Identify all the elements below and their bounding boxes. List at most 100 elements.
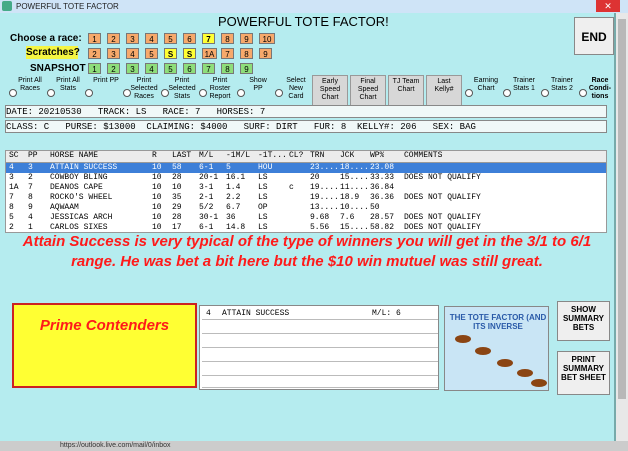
table-cell: COWBOY BLING xyxy=(50,173,108,182)
table-cell: 11.... xyxy=(340,183,369,192)
contender-name: ATTAIN SUCCESS xyxy=(222,309,290,318)
snapshot-button-2[interactable]: 2 xyxy=(107,63,120,74)
scratch-button-7[interactable]: 7 xyxy=(221,48,234,59)
option-label: Last Kelly# xyxy=(434,78,454,93)
main-panel: POWERFUL TOTE FACTOR! END Choose a race:… xyxy=(0,13,616,441)
window-title: POWERFUL TOTE FACTOR xyxy=(16,2,119,11)
table-cell: 10 xyxy=(152,173,162,182)
scratch-button-2[interactable]: 4 xyxy=(126,48,139,59)
snapshot-button-8[interactable]: 8 xyxy=(221,63,234,74)
table-row[interactable]: 8 9 AQWAAM 10 29 5/2 6.7 OP 13.... 10.... 50 xyxy=(6,203,606,213)
race-info-bar: DATE: 20210530 TRACK: LS RACE: 7 HORSES:… xyxy=(5,105,607,118)
table-cell: 4 xyxy=(28,213,33,222)
horse-icon xyxy=(455,335,471,343)
horses-table: SC PP HORSE NAME R LAST M/L -1M/L -1T... CL? TRN J… xyxy=(5,150,607,233)
race-button-6[interactable]: 6 xyxy=(183,33,196,44)
radio-icon[interactable] xyxy=(503,89,511,97)
radio-icon[interactable] xyxy=(275,89,283,97)
column-header: HORSE NAME xyxy=(50,151,99,160)
race-button-5[interactable]: 5 xyxy=(164,33,177,44)
race-button-4[interactable]: 4 xyxy=(145,33,158,44)
table-cell: 28.57 xyxy=(370,213,395,222)
show-summary-bets-button[interactable]: SHOW SUMMARY BETS xyxy=(557,301,610,341)
scratch-button-8[interactable]: 8 xyxy=(240,48,253,59)
scratch-button-6[interactable]: 1A xyxy=(202,48,217,59)
contender-line[interactable] xyxy=(202,350,438,362)
option-label: Early Speed Chart xyxy=(319,78,341,101)
table-cell: 18.... xyxy=(340,163,369,172)
table-cell: LS xyxy=(258,183,268,192)
scrollbar-thumb[interactable] xyxy=(618,19,626,399)
radio-icon[interactable] xyxy=(161,89,169,97)
race-button-7[interactable]: 7 xyxy=(202,33,215,44)
end-button[interactable]: END xyxy=(574,17,614,55)
snapshot-button-7[interactable]: 7 xyxy=(202,63,215,74)
option-label: TJ Team Chart xyxy=(392,78,420,93)
table-row[interactable]: 5 4 JESSICAS ARCH 10 28 30-1 36 LS 9.68 7.6 28.57 D… xyxy=(6,213,606,223)
radio-icon[interactable] xyxy=(123,89,131,97)
race-button-2[interactable]: 2 xyxy=(107,33,120,44)
column-header: LAST xyxy=(172,151,192,160)
contender-line[interactable] xyxy=(202,364,438,376)
table-cell: 8 xyxy=(9,203,14,212)
radio-icon[interactable] xyxy=(541,89,549,97)
contender-ml: M/L: 6 xyxy=(372,309,401,318)
race-button-3[interactable]: 3 xyxy=(126,33,139,44)
scratch-button-5[interactable]: S xyxy=(183,48,196,59)
close-icon[interactable]: ✕ xyxy=(596,0,620,12)
horse-icon xyxy=(497,359,513,367)
snapshot-button-5[interactable]: 5 xyxy=(164,63,177,74)
race-button-9[interactable]: 9 xyxy=(240,33,253,44)
table-cell: DOES NOT QUALIFY xyxy=(404,213,481,222)
radio-icon[interactable] xyxy=(47,89,55,97)
table-cell: 10 xyxy=(172,183,182,192)
table-cell: LS xyxy=(258,173,268,182)
radio-icon[interactable] xyxy=(579,89,587,97)
contender-line[interactable] xyxy=(202,376,438,388)
table-cell: 15.... xyxy=(340,173,369,182)
race-button-1[interactable]: 1 xyxy=(88,33,101,44)
scratch-button-0[interactable]: 2 xyxy=(88,48,101,59)
table-cell: LS xyxy=(258,213,268,222)
table-row[interactable]: 1A 7 DEANOS CAPE 10 10 3-1 1.4 LS c 19.... 11.... 3… xyxy=(6,183,606,193)
table-row[interactable]: 7 8 ROCKO'S WHEEL 10 35 2-1 2.2 LS 19.... 18.9 36.… xyxy=(6,193,606,203)
race-button-10[interactable]: 10 xyxy=(259,33,275,44)
radio-icon[interactable] xyxy=(237,89,245,97)
table-cell: 3 xyxy=(28,163,33,172)
snapshot-button-3[interactable]: 3 xyxy=(126,63,139,74)
table-row[interactable]: 3 2 COWBOY BLING 10 28 20-1 16.1 LS 20 15.... 33.3… xyxy=(6,173,606,183)
radio-icon[interactable] xyxy=(199,89,207,97)
table-row[interactable]: 4 3 ATTAIN SUCCESS 10 58 6-1 5 HOU 23.... 18.... 2… xyxy=(6,163,606,173)
scratch-button-1[interactable]: 3 xyxy=(107,48,120,59)
table-cell: 18.9 xyxy=(340,193,360,202)
contender-line[interactable] xyxy=(202,336,438,348)
table-cell: LS xyxy=(258,193,268,202)
radio-icon[interactable] xyxy=(9,89,17,97)
window-titlebar: POWERFUL TOTE FACTOR ✕ xyxy=(0,0,628,14)
table-cell: 5 xyxy=(9,213,14,222)
table-cell: 23.08 xyxy=(370,163,395,172)
scratch-button-4[interactable]: S xyxy=(164,48,177,59)
table-cell: 30-1 xyxy=(199,213,219,222)
contender-line[interactable] xyxy=(202,322,438,334)
radio-icon[interactable] xyxy=(85,89,93,97)
snapshot-button-6[interactable]: 6 xyxy=(183,63,196,74)
print-summary-bet-sheet-button[interactable]: PRINT SUMMARY BET SHEET xyxy=(557,351,610,395)
option-label: Final Speed Chart xyxy=(357,78,379,101)
scratch-button-3[interactable]: 5 xyxy=(145,48,158,59)
contender-line[interactable]: 4 ATTAIN SUCCESS M/L: 6 xyxy=(202,308,438,320)
snapshot-button-9[interactable]: 9 xyxy=(240,63,253,74)
column-header: CL? xyxy=(289,151,304,160)
horse-icon xyxy=(475,347,491,355)
table-cell: 2 xyxy=(28,173,33,182)
snapshot-button-1[interactable]: 1 xyxy=(88,63,101,74)
table-cell: 2.2 xyxy=(226,193,241,202)
scratch-button-9[interactable]: 9 xyxy=(259,48,272,59)
radio-icon[interactable] xyxy=(465,89,473,97)
race-conditions-bar: CLASS: C PURSE: $13000 CLAIMING: $4000 S… xyxy=(5,120,607,133)
race-button-8[interactable]: 8 xyxy=(221,33,234,44)
column-header: -1M/L xyxy=(226,151,251,160)
table-cell: ATTAIN SUCCESS xyxy=(50,163,118,172)
vertical-scrollbar[interactable] xyxy=(616,13,628,441)
snapshot-button-4[interactable]: 4 xyxy=(145,63,158,74)
